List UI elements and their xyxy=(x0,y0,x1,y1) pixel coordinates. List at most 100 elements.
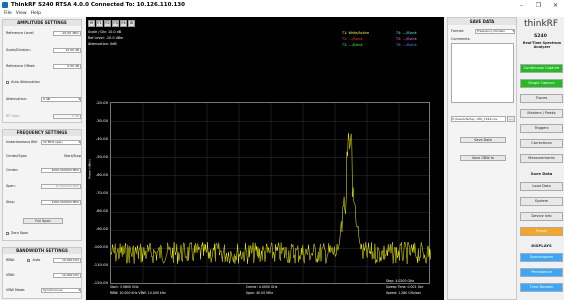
step-row: Step: 1000.000000 MHz xyxy=(6,199,81,205)
y-tick-label: -60.00 xyxy=(95,172,108,177)
save-obw-button[interactable]: Save OBW to xyxy=(460,155,506,161)
center-label: Center: xyxy=(6,168,19,172)
corrections-button[interactable]: Corrections xyxy=(520,139,563,148)
load-data-button[interactable]: Load Data xyxy=(520,182,563,191)
vbw-input[interactable]: 10.000 kHz xyxy=(53,272,81,278)
center-input[interactable]: 4000.000000 MHz xyxy=(41,167,81,173)
rbw-input[interactable]: 10.000 kHz xyxy=(52,257,81,263)
trace-5-status: T5: ---/Blank xyxy=(396,37,417,41)
rbw-label: RBW: xyxy=(6,258,15,262)
trace-6-status: T6: ---/Blank xyxy=(396,43,417,47)
amplitude-settings-section: AMPLITUDE SETTINGS Reference Level: -20.… xyxy=(2,19,82,123)
app-icon xyxy=(2,2,8,8)
menu-file[interactable]: File xyxy=(4,11,12,16)
maximize-button[interactable]: ❐ xyxy=(530,0,547,10)
system-button[interactable]: System xyxy=(520,197,563,206)
sweep-time-label: Sweep Time: 0.001 Sec xyxy=(386,285,424,289)
ref-level-label: Reference Level: xyxy=(6,31,35,35)
persistence-button[interactable]: Persistence xyxy=(520,268,563,277)
vbw-mode-select[interactable]: Synchronous xyxy=(41,287,81,293)
device-info-button[interactable]: Device Info xyxy=(520,212,563,221)
f2-tool-button[interactable]: F2 xyxy=(104,20,111,27)
preset-button[interactable]: Preset xyxy=(520,227,563,236)
rbw-row: RBW: Auto 10.000 kHz xyxy=(6,257,81,263)
f1-tool-button[interactable]: F1 xyxy=(96,20,103,27)
ref-level-input[interactable]: -20.00 dBm xyxy=(53,30,81,36)
save-path-input[interactable]: C:/Users/Temp/...MO_1544.csv xyxy=(451,116,506,122)
y-tick-label: -110.00 xyxy=(93,262,108,267)
f3-tool-button[interactable]: F3 xyxy=(112,20,119,27)
continuous-capture-button[interactable]: Continuous Capture xyxy=(520,64,563,73)
subtitle-label: Real-Time Spectrum Analyzer xyxy=(522,41,562,49)
y-tick-label: -40.00 xyxy=(95,136,108,141)
ibw-select[interactable]: 10 MHz span xyxy=(41,139,81,145)
marker-tool-button[interactable]: M xyxy=(88,20,95,27)
rbw-auto-label: Auto xyxy=(32,258,41,262)
vbw-label: VBW: xyxy=(6,273,15,277)
displays-label: DISPLAYS xyxy=(531,243,552,248)
rbw-auto-group: Auto xyxy=(27,258,40,262)
y-tick-label: -90.00 xyxy=(95,226,108,231)
auto-atten-label: Auto Attenuation xyxy=(11,80,40,84)
start-stop-tab[interactable]: Start/Stop xyxy=(64,154,81,158)
spectrum-trace-svg xyxy=(110,103,432,285)
step-input[interactable]: 1000.000000 MHz xyxy=(41,199,81,205)
atten-select[interactable]: 0 dB xyxy=(41,96,81,102)
save-data-button[interactable]: Save Data xyxy=(460,137,506,143)
minimize-button[interactable]: – xyxy=(513,0,530,10)
single-capture-button[interactable]: Single Capture xyxy=(520,79,563,88)
settings-icon[interactable]: ⚙ xyxy=(128,20,135,27)
span-label-footer: Span: 40.00 MHz xyxy=(246,291,274,295)
y-tick-label: -30.00 xyxy=(95,118,108,123)
full-span-button[interactable]: Full Span xyxy=(23,218,63,224)
spectrum-display[interactable]: M F1 F2 F3 F4 ⚙ Scale / Div: 10.0 dB Ref… xyxy=(86,17,444,300)
triggers-button[interactable]: Triggers xyxy=(520,124,563,133)
save-data-panel: SAVE DATA Format: Frequency Domain Comme… xyxy=(447,17,517,300)
vbw-row: VBW: 10.000 kHz xyxy=(6,272,81,278)
rf-gain-input[interactable]: 0 dB xyxy=(53,113,81,119)
browse-button[interactable]: … xyxy=(507,116,515,122)
traces-button[interactable]: Traces xyxy=(520,94,563,103)
title-bar: ThinkRF S240 RTSA 4.0.0 Connected To: 10… xyxy=(0,0,564,10)
markers-peaks-button[interactable]: Markers / Peaks xyxy=(520,109,563,118)
save-data-nav[interactable]: Save Data xyxy=(520,171,563,176)
ref-offset-input[interactable]: 0.00 dB xyxy=(53,63,81,69)
rf-gain-label: RF Gain: xyxy=(6,114,21,118)
scale-input[interactable]: 10.00 dB xyxy=(53,47,81,53)
span-row: Span: 40.000000 MHz xyxy=(6,183,81,189)
close-button[interactable]: ✕ xyxy=(547,0,564,10)
center-span-toggle-row: Center/Span Start/Stop xyxy=(6,153,81,159)
y-tick-label: -80.00 xyxy=(95,208,108,213)
auto-atten-checkbox[interactable] xyxy=(6,80,9,84)
comments-textarea[interactable] xyxy=(451,43,514,103)
menu-bar: File View Help xyxy=(0,10,564,17)
zero-span-checkbox[interactable] xyxy=(6,231,9,235)
spectrum-plot[interactable] xyxy=(110,102,432,285)
center-span-tab[interactable]: Center/Span xyxy=(6,154,27,158)
spectrogram-button[interactable]: Spectrogram xyxy=(520,253,563,262)
attenuation-info: Attenuation: 0dB xyxy=(88,42,117,46)
ref-offset-label: Reference Offset: xyxy=(6,64,36,68)
f4-tool-button[interactable]: F4 xyxy=(120,20,127,27)
measurements-button[interactable]: Measurements xyxy=(520,154,563,163)
ibw-row: Instantaneous BW: 10 MHz span xyxy=(6,139,81,145)
speed-label: Speed: 1.280 GHz/sec xyxy=(386,291,422,295)
left-settings-panel: AMPLITUDE SETTINGS Reference Level: -20.… xyxy=(2,17,82,300)
y-tick-label: -100.00 xyxy=(93,244,108,249)
format-select[interactable]: Frequency Domain xyxy=(475,28,515,34)
trace-3-status: T3: ---/Blank xyxy=(342,43,363,47)
time-domain-button[interactable]: Time Domain xyxy=(520,283,563,292)
rbw-auto-checkbox[interactable] xyxy=(27,258,31,262)
ibw-label: Instantaneous BW: xyxy=(6,140,38,144)
menu-help[interactable]: Help xyxy=(31,11,41,16)
ref-level-row: Reference Level: -20.00 dBm xyxy=(6,30,81,36)
window-title: ThinkRF S240 RTSA 4.0.0 Connected To: 10… xyxy=(11,2,185,8)
frequency-settings-section: FREQUENCY SETTINGS Instantaneous BW: 10 … xyxy=(2,129,82,241)
y-tick-label: -20.00 xyxy=(95,100,108,105)
span-input[interactable]: 40.000000 MHz xyxy=(41,183,81,189)
format-row: Format: Frequency Domain xyxy=(451,28,515,34)
span-label: Span: xyxy=(6,184,16,188)
zero-span-row: Zero Span xyxy=(6,230,81,236)
menu-view[interactable]: View xyxy=(16,11,27,16)
ref-offset-row: Reference Offset: 0.00 dB xyxy=(6,63,81,69)
